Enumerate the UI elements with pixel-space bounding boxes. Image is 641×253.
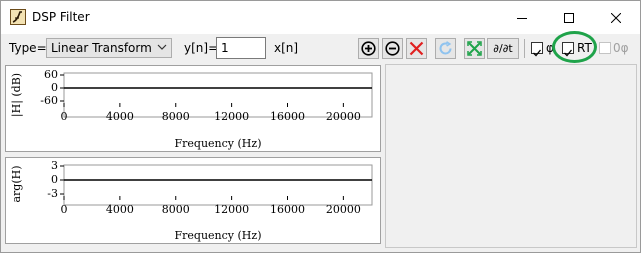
zoom-in-button[interactable] [358,38,379,59]
x-tick-label: 12000 [214,203,249,216]
fit-icon [467,41,482,56]
maximize-icon [564,12,574,23]
close-button[interactable] [593,1,639,34]
phase-xlabel: Frequency (Hz) [175,229,262,242]
magnitude-ytick: 0 [51,81,58,94]
minimize-button[interactable] [499,1,545,34]
phase-ylabel: arg(H) [10,165,23,202]
zero-phase-checkbox-label: 0φ [613,41,629,55]
magnitude-ytick: -60 [40,94,58,107]
close-icon [611,12,621,23]
xn-label: x[n] [274,41,299,55]
x-tick-label: 4000 [106,203,134,216]
phase-plot: arg(H) 3 0 -3 0 4000 8000 12000 16000 20000 F… [10,159,373,242]
phase-plot-panel: arg(H) 3 0 -3 0 4000 8000 12000 16000 20000 F… [5,157,381,244]
window-title: DSP Filter [32,10,90,24]
x-tick-label: 8000 [162,203,190,216]
x-tick-label: 4000 [106,110,134,123]
zoom-out-icon [385,41,400,56]
title-bar: DSP Filter [1,1,640,34]
dsp-filter-window: DSP Filter Type= Linear Transform y[n]= … [0,0,641,253]
type-label: Type= [9,41,47,55]
app-icon [10,9,26,25]
x-tick-label: 0 [61,110,68,123]
refresh-icon [439,41,452,55]
derivative-button[interactable]: ∂/∂t [487,38,519,59]
x-tick-label: 16000 [270,203,305,216]
phase-checkbox[interactable] [531,42,543,57]
x-tick-label: 16000 [270,110,305,123]
minimize-icon [517,17,527,19]
x-tick-label: 20000 [326,110,361,123]
magnitude-plot: |H| (dB) 60 0 -60 0 4000 8000 12000 16000 200… [10,68,373,150]
toolbar: Type= Linear Transform y[n]= x[n] [1,34,640,63]
refresh-button[interactable] [435,38,456,59]
phase-ytick: 0 [51,173,58,186]
phase-plot-area [63,164,373,206]
rt-highlight-annotation [552,31,597,63]
magnitude-ylabel: |H| (dB) [10,73,24,117]
phase-yticks: 3 0 -3 [47,159,64,200]
type-select-value: Linear Transform [51,41,152,55]
delete-icon [409,41,424,56]
x-tick-label: 8000 [162,110,190,123]
type-select[interactable]: Linear Transform [46,38,172,58]
magnitude-plot-panel: |H| (dB) 60 0 -60 0 4000 8000 12000 16000 200… [5,65,381,152]
x-tick-label: 20000 [326,203,361,216]
checkmark-icon [533,49,542,57]
phase-ytick: -3 [47,187,58,200]
x-tick-label: 0 [61,203,68,216]
yn-coefficient-input[interactable] [216,37,266,59]
chevron-down-icon [157,44,167,50]
x-tick-label: 12000 [214,110,249,123]
zoom-out-button[interactable] [382,38,403,59]
zero-phase-checkbox[interactable] [599,42,611,54]
toolbar-separator [524,39,525,58]
yn-label: y[n]= [184,41,219,55]
filter-editor-panel [385,64,637,248]
magnitude-ytick: 60 [44,68,58,81]
zoom-in-icon [361,41,376,56]
delete-button[interactable] [406,38,427,59]
fit-view-button[interactable] [464,38,485,59]
maximize-button[interactable] [546,1,592,34]
phase-ytick: 3 [51,159,58,172]
magnitude-yticks: 60 0 -60 [40,68,64,107]
magnitude-xlabel: Frequency (Hz) [175,137,262,150]
